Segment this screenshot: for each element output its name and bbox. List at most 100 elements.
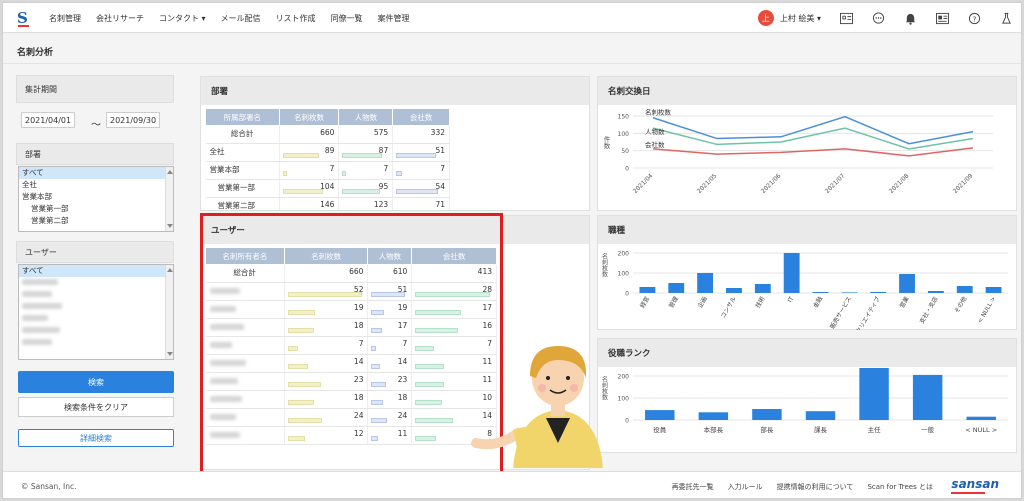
x-tick-label: 一般 [921, 425, 935, 434]
user-name: 上村 絵美 ▾ [779, 13, 821, 23]
bar[interactable] [841, 292, 858, 293]
user-option[interactable]: すべて [19, 265, 173, 277]
main-menu: 名刺管理 会社リサーチ コンタクト ▾ メール配信 リスト作成 同僚一覧 案件管… [49, 3, 410, 33]
dept-listbox-scrollbar[interactable] [165, 167, 173, 231]
x-tick-label: 営業 [898, 295, 911, 309]
user-listbox[interactable]: すべて [18, 264, 174, 360]
x-tick-label: 2021/07 [824, 172, 847, 195]
job-category-chart: 0 100 200 名刺枚数経営 管理 企画 コンサル 技術 IT 金融 販売サービス クリエイティブ… [601, 251, 1008, 330]
footer-link[interactable]: 入力ルール [728, 482, 763, 492]
bar[interactable] [668, 283, 685, 293]
dept-filter-header: 部署 [16, 143, 174, 165]
clear-search-button[interactable]: 検索条件をクリア [18, 397, 174, 417]
bar[interactable] [966, 416, 996, 420]
x-tick-label: 経営 [638, 295, 651, 309]
bar[interactable] [985, 287, 1002, 293]
bar[interactable] [726, 288, 742, 293]
nav-contact[interactable]: コンタクト ▾ [159, 13, 206, 24]
bar[interactable] [697, 273, 714, 293]
bar[interactable] [927, 291, 944, 293]
dept-option[interactable]: すべて [19, 167, 173, 179]
col-header[interactable]: 所属部署名 [205, 108, 280, 126]
col-header[interactable]: 人物数 [338, 108, 394, 126]
bar[interactable] [859, 368, 889, 420]
y-tick-label: 50 [621, 148, 629, 155]
chat-icon[interactable] [871, 11, 885, 25]
user-option[interactable] [19, 277, 173, 289]
dept-listbox[interactable]: すべて 全社 営業本部 営業第一部 営業第二部 [18, 166, 174, 232]
user-option[interactable] [19, 313, 173, 325]
bar[interactable] [870, 292, 887, 293]
bar[interactable] [812, 292, 829, 293]
bell-icon[interactable] [903, 12, 917, 25]
job-category-panel: 職種 0 100 200 名刺枚数 経営 管理 企画 コンサル 技術 IT 金融 販売サービス クリエイ… [597, 215, 1017, 330]
y-tick-label: 0 [625, 291, 629, 298]
help-icon[interactable]: ? [967, 12, 981, 25]
user-option[interactable] [19, 325, 173, 337]
bar[interactable] [899, 274, 915, 293]
x-tick-label: その他 [953, 295, 969, 315]
bar[interactable] [956, 286, 973, 293]
nav-deals[interactable]: 案件管理 [378, 13, 410, 24]
user-menu[interactable]: 上 上村 絵美 ▾ [757, 10, 821, 26]
y-axis-label: 名刺枚数 [601, 252, 608, 278]
redacted-name [22, 291, 52, 297]
nav-list[interactable]: リスト作成 [276, 13, 316, 24]
flask-icon[interactable] [999, 12, 1013, 25]
user-option[interactable] [19, 337, 173, 349]
col-header[interactable]: 会社数 [392, 108, 450, 126]
x-tick-label: 管理 [667, 295, 680, 309]
x-tick-label: 2021/05 [696, 172, 719, 195]
nav-mail[interactable]: メール配信 [221, 13, 261, 24]
footer-link[interactable]: 再委託先一覧 [672, 482, 714, 492]
x-tick-label: 本部長 [704, 425, 724, 434]
divider [3, 63, 1021, 64]
dept-option[interactable]: 全社 [19, 179, 173, 191]
job-category-title: 職種 [598, 216, 1016, 244]
x-tick-label: 金融 [811, 295, 824, 309]
footer-link[interactable]: 提携情報の利用について [777, 482, 854, 492]
nav-colleagues[interactable]: 同僚一覧 [331, 13, 363, 24]
user-listbox-scrollbar[interactable] [165, 265, 173, 359]
value-bar [396, 189, 439, 194]
x-tick-label: クリエイティブ [854, 295, 882, 330]
date-from-input[interactable]: 2021/04/01 [21, 112, 75, 128]
bar[interactable] [754, 284, 771, 293]
search-button[interactable]: 検索 [18, 371, 174, 393]
y-tick-label: 100 [618, 271, 630, 278]
id-card-icon[interactable] [839, 12, 853, 25]
bar[interactable] [912, 374, 943, 420]
bar[interactable] [752, 409, 782, 420]
bar[interactable] [783, 253, 800, 293]
dept-option[interactable]: 営業本部 [19, 191, 173, 203]
advanced-search-button[interactable]: 詳細検索 [18, 429, 174, 447]
value-bar [342, 153, 383, 158]
dept-table: 所属部署名 名刺枚数 人物数 会社数 総合計 660 575 332 全社 89… [205, 108, 450, 210]
dept-option[interactable]: 営業第一部 [19, 203, 173, 215]
footer: © Sansan, Inc. 再委託先一覧 入力ルール 提携情報の利用について … [3, 471, 1021, 498]
bar[interactable] [805, 411, 836, 420]
x-tick-label: 2021/04 [632, 172, 655, 195]
x-tick-label: 役員 [653, 425, 667, 434]
nav-card-management[interactable]: 名刺管理 [49, 13, 81, 24]
user-option[interactable] [19, 301, 173, 313]
dept-panel: 部署 所属部署名 名刺枚数 人物数 会社数 総合計 660 575 332 全社… [200, 76, 590, 211]
exchange-date-chart: 0 50 100 150 件数 2021/04 2021/05 2021/06 2021/07 2… [602, 108, 993, 195]
user-option[interactable] [19, 289, 173, 301]
sansan-logo[interactable]: S [17, 9, 33, 27]
nav-company-research[interactable]: 会社リサーチ [96, 13, 144, 24]
table-row: 総合計 660 575 332 [205, 125, 450, 144]
position-rank-panel: 役職ランク 0 100 200 名刺枚数 役員 本部長 部長 課長 主任 一般 < NULL > [597, 338, 1017, 453]
bar[interactable] [698, 412, 729, 420]
date-to-input[interactable]: 2021/09/30 [106, 112, 160, 128]
table-row: 営業本部 7 7 7 [205, 161, 450, 180]
sansan-brand-logo: sansan [951, 477, 999, 494]
top-navigation: S 名刺管理 会社リサーチ コンタクト ▾ メール配信 リスト作成 同僚一覧 案… [3, 3, 1021, 33]
x-tick-label: コンサル [720, 296, 738, 320]
col-header[interactable]: 名刺枚数 [278, 108, 340, 126]
footer-link[interactable]: Scan for Trees とは [867, 482, 933, 492]
bar[interactable] [645, 410, 675, 420]
bar[interactable] [639, 287, 656, 293]
news-icon[interactable] [935, 12, 949, 25]
dept-option[interactable]: 営業第二部 [19, 215, 173, 227]
